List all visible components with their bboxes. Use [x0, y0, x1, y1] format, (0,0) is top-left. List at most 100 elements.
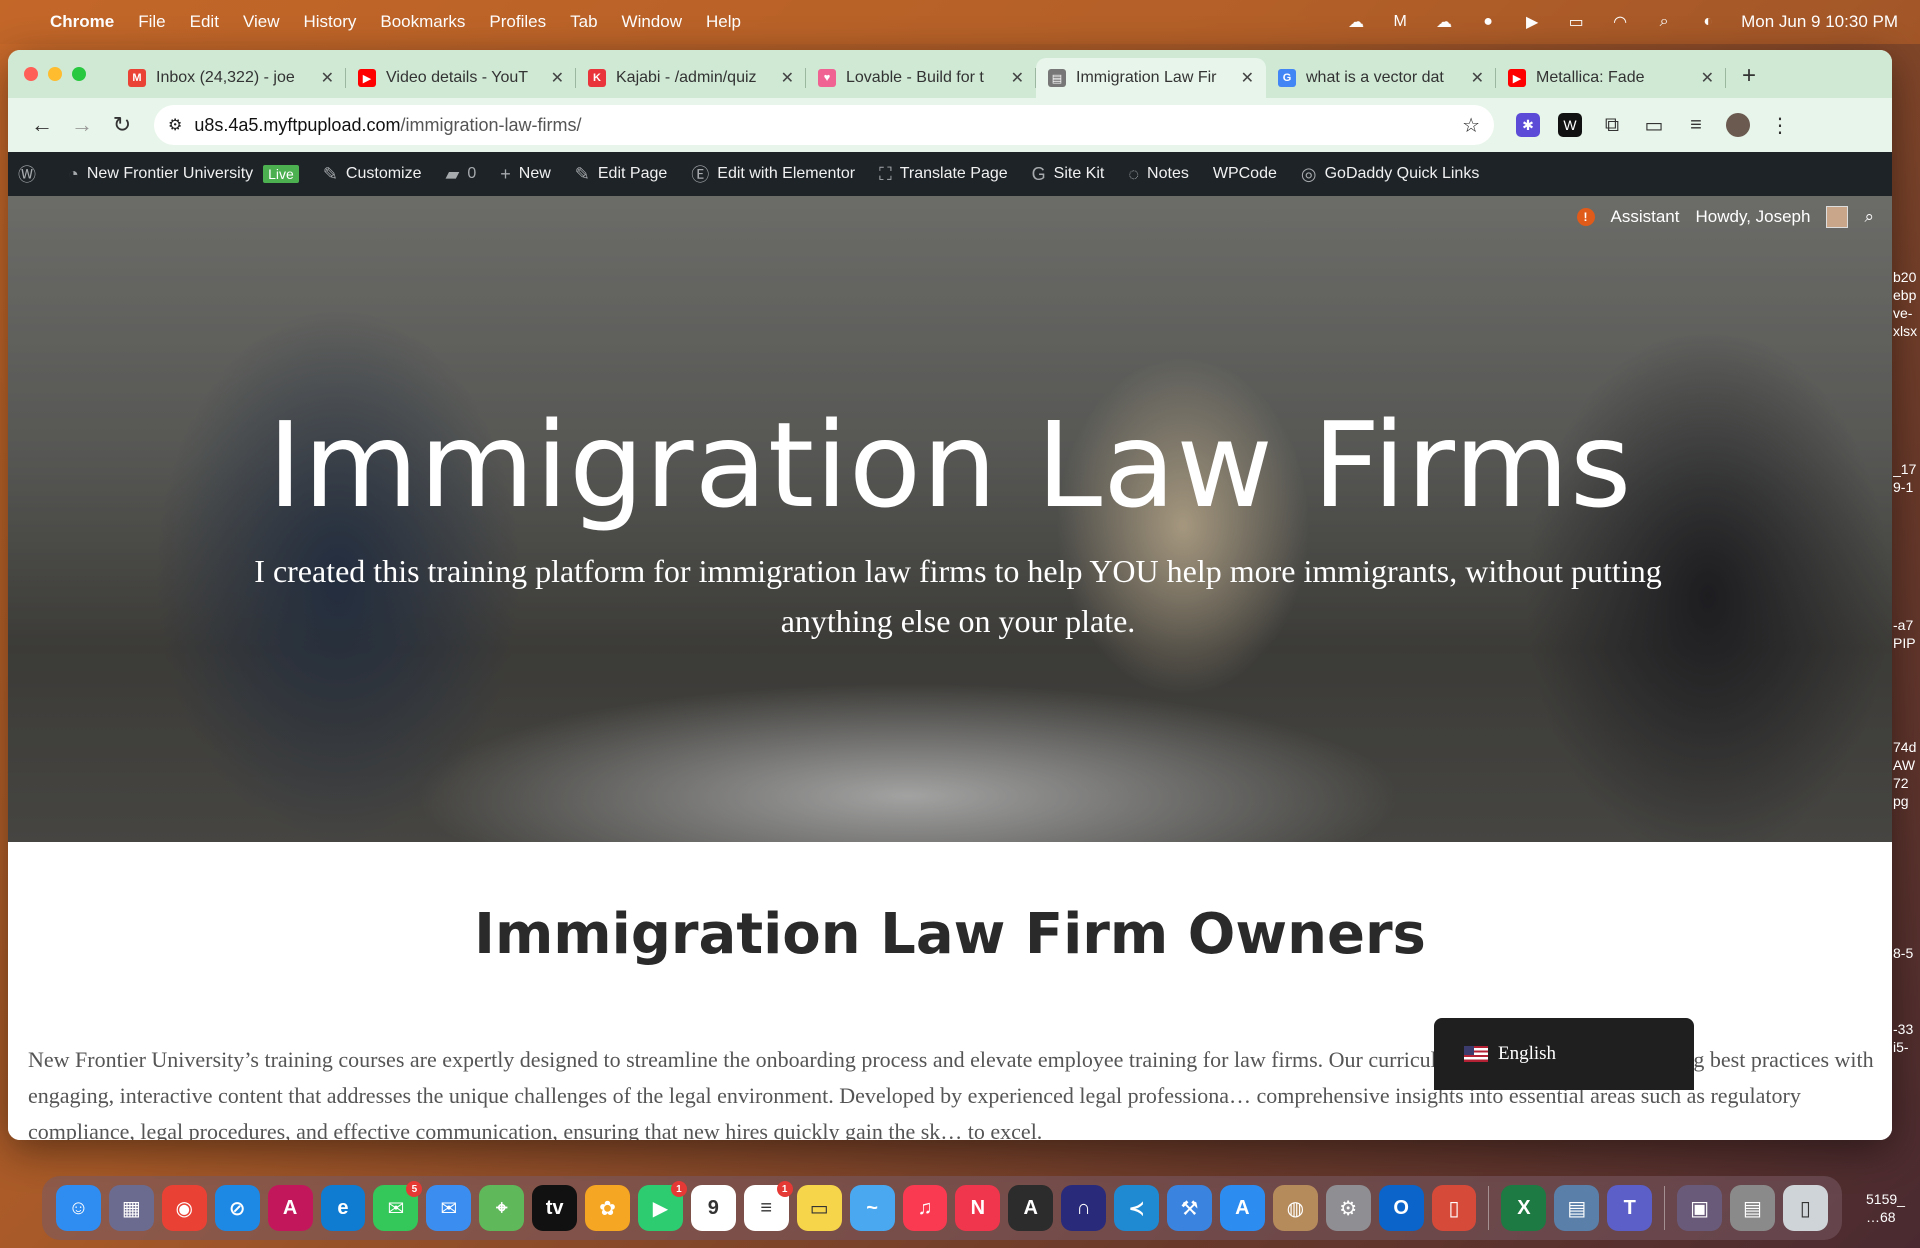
battery-icon[interactable]: ▭ [1565, 13, 1587, 31]
dock-stacks-1-icon[interactable]: ▣ [1677, 1185, 1723, 1231]
alert-icon[interactable]: ! [1576, 208, 1595, 226]
menu-history[interactable]: History [303, 12, 356, 32]
wp-edit-page[interactable]: ✎ Edit Page [575, 164, 667, 185]
close-tab-icon[interactable]: ✕ [1241, 68, 1254, 88]
menu-file[interactable]: File [138, 12, 165, 32]
dock-maps-icon[interactable]: ⌖ [479, 1185, 525, 1231]
extensions-puzzle-icon[interactable]: ⧉ [1600, 113, 1624, 137]
tab-search-icon[interactable]: ▭ [1642, 113, 1666, 137]
close-window-button[interactable] [24, 67, 38, 81]
dock-edge-icon[interactable]: e [320, 1185, 366, 1231]
wp-logo-icon[interactable]: Ⓦ [18, 161, 44, 187]
back-icon[interactable]: ← [22, 105, 62, 145]
menu-view[interactable]: View [243, 12, 280, 32]
play-circle-icon[interactable]: ▶ [1521, 13, 1543, 31]
browser-tab[interactable]: ▤ Immigration Law Fir ✕ [1036, 58, 1266, 98]
wp-notes[interactable]: ◌ Notes [1128, 164, 1189, 185]
dock-photos-icon[interactable]: ✿ [585, 1185, 630, 1231]
control-center-icon[interactable]: ◐ [1697, 13, 1719, 31]
menubar-clock[interactable]: Mon Jun 9 10:30 PM [1741, 12, 1898, 32]
dock-xcode-icon[interactable]: ⚒ [1167, 1185, 1212, 1231]
menu-edit[interactable]: Edit [190, 12, 219, 32]
browser-tab[interactable]: K Kajabi - /admin/quiz ✕ [576, 58, 806, 98]
howdy-user[interactable]: Howdy, Joseph [1696, 207, 1811, 227]
browser-tab[interactable]: M Inbox (24,322) - joe ✕ [116, 58, 346, 98]
dock-freeform-icon[interactable]: ~ [849, 1185, 895, 1231]
wp-translate[interactable]: ⛶ Translate Page [879, 164, 1008, 185]
browser-tab[interactable]: ♥ Lovable - Build for t ✕ [806, 58, 1036, 98]
close-tab-icon[interactable]: ✕ [1471, 68, 1484, 88]
dock-mail-icon[interactable]: ✉ [426, 1185, 472, 1231]
minimize-window-button[interactable] [48, 67, 62, 81]
forward-icon[interactable]: → [62, 105, 102, 145]
dock-reminders-icon[interactable]: ≡ 1 [743, 1181, 793, 1231]
close-tab-icon[interactable]: ✕ [551, 68, 564, 88]
dock-excel-icon[interactable]: X [1501, 1185, 1547, 1231]
address-bar[interactable]: ⚙ u8s.4a5.myftpupload.com/immigration-la… [154, 105, 1494, 145]
dock-finder-icon[interactable]: ☺ [56, 1185, 101, 1231]
wp-edit-elementor[interactable]: Ⓔ Edit with Elementor [691, 161, 855, 187]
desktop-file-label[interactable]: -33 i5- [1893, 1020, 1920, 1056]
dock-calendar-icon[interactable]: 9 [690, 1185, 736, 1231]
profile-avatar[interactable] [1726, 113, 1750, 137]
wp-customize[interactable]: ✎ Customize [323, 164, 422, 185]
spotlight-search-icon[interactable]: ⌕ [1653, 13, 1675, 31]
dock-chatgpt-icon[interactable]: A [1008, 1185, 1054, 1231]
dock-music-icon[interactable]: ♫ [902, 1185, 948, 1231]
desktop-file-label[interactable]: b20 ebp ve- xlsx [1893, 268, 1920, 340]
browser-tab[interactable]: ▶ Video details - YouT ✕ [346, 58, 576, 98]
zoom-window-button[interactable] [72, 67, 86, 81]
dock-trash-icon[interactable]: ▯ [1782, 1185, 1828, 1231]
dock-safari-icon[interactable]: ⊘ [214, 1185, 260, 1231]
dock-stacks-2-icon[interactable]: ▤ [1730, 1185, 1775, 1231]
dock-contacts-icon[interactable]: ◍ [1272, 1185, 1318, 1231]
close-tab-icon[interactable]: ✕ [1701, 68, 1714, 88]
browser-tab[interactable]: ▶ Metallica: Fade ✕ [1496, 58, 1726, 98]
dock-chrome-icon[interactable]: ◉ [161, 1185, 207, 1231]
dock-settings-icon[interactable]: ⚙ [1325, 1185, 1371, 1231]
dock-preview-icon[interactable]: ▤ [1554, 1185, 1600, 1231]
dock-outlook-icon[interactable]: O [1378, 1185, 1424, 1231]
extension-grammar-icon[interactable]: W [1558, 113, 1582, 137]
dock-appstore-icon[interactable]: A [1219, 1185, 1265, 1231]
close-tab-icon[interactable]: ✕ [1011, 68, 1024, 88]
chrome-menu-icon[interactable]: ⋮ [1768, 113, 1792, 137]
menu-window[interactable]: Window [622, 12, 682, 32]
dock-vscode-icon[interactable]: ≺ [1114, 1185, 1160, 1231]
desktop-file-label[interactable]: 5159_ …68 [1866, 1190, 1920, 1226]
desktop-file-label[interactable]: -a7 PIP [1893, 616, 1920, 652]
m-app-icon[interactable]: M [1389, 13, 1411, 31]
dock-facetime-icon[interactable]: ▶ 1 [637, 1181, 687, 1231]
chat-bubble-icon[interactable]: ● [1477, 13, 1499, 31]
desktop-file-label[interactable]: _17 9-1 [1893, 460, 1920, 496]
dock-messages-icon[interactable]: ✉ 5 [373, 1181, 423, 1231]
close-tab-icon[interactable]: ✕ [321, 68, 334, 88]
media-controls-icon[interactable]: ≡ [1684, 113, 1708, 137]
creative-cloud-icon[interactable]: ☁ [1345, 13, 1367, 31]
desktop-file-label[interactable]: 74d AW 72 pg [1893, 738, 1920, 810]
dock-affinity-icon[interactable]: A [267, 1185, 313, 1231]
menu-bookmarks[interactable]: Bookmarks [380, 12, 465, 32]
wp-site-kit[interactable]: G Site Kit [1032, 164, 1105, 185]
wp-comments[interactable]: ▰ 0 [446, 164, 477, 185]
dock-tv-icon[interactable]: tv [532, 1185, 578, 1231]
desktop-file-label[interactable]: 8-5 [1893, 944, 1920, 962]
menu-profiles[interactable]: Profiles [489, 12, 546, 32]
bookmark-star-icon[interactable]: ☆ [1462, 113, 1480, 138]
site-info-icon[interactable]: ⚙ [168, 115, 182, 135]
dock-launchpad-icon[interactable]: ▦ [108, 1185, 154, 1231]
wp-site-name[interactable]: ◔ New Frontier University Live [68, 164, 299, 185]
dock-teams-icon[interactable]: T [1607, 1185, 1653, 1231]
dock-notes-icon[interactable]: ▭ [796, 1185, 842, 1231]
language-switcher[interactable]: English [1434, 1018, 1694, 1090]
wifi-icon[interactable]: ◠ [1609, 13, 1631, 31]
dock-iphone-mirroring-icon[interactable]: ▯ [1431, 1185, 1477, 1231]
new-tab-button[interactable]: + [1726, 62, 1772, 98]
search-icon[interactable]: ⌕ [1864, 207, 1874, 227]
menu-tab[interactable]: Tab [570, 12, 597, 32]
wp-godaddy[interactable]: ◎ GoDaddy Quick Links [1301, 164, 1479, 185]
menu-help[interactable]: Help [706, 12, 741, 32]
cloud-sync-icon[interactable]: ☁ [1433, 13, 1455, 31]
app-menu[interactable]: Chrome [50, 12, 114, 32]
wp-new[interactable]: + New [500, 164, 551, 185]
